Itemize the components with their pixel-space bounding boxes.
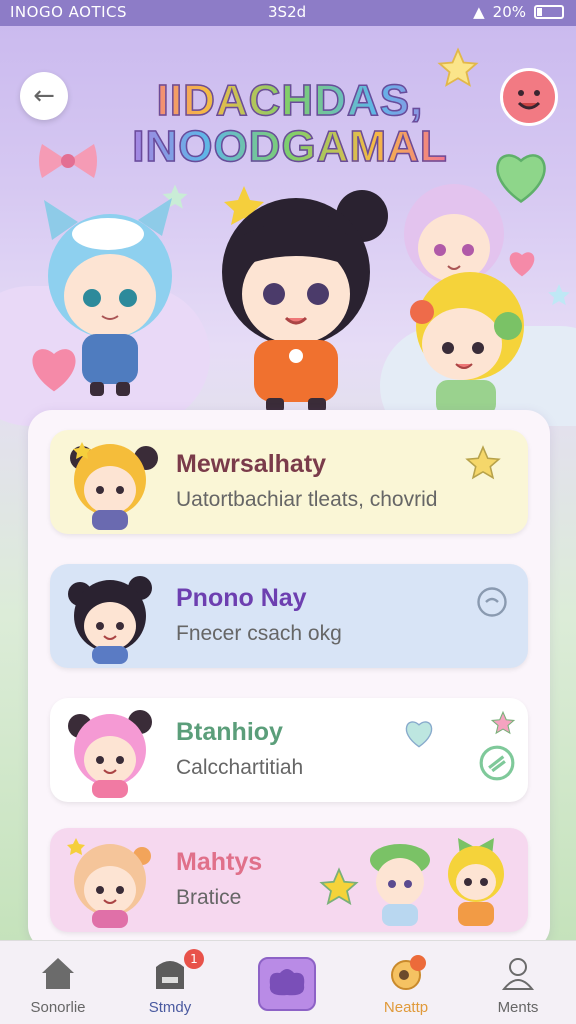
character-icon (391, 955, 426, 990)
list-item[interactable]: Btanhioy Calcchartitiah (50, 698, 528, 802)
nav-item-inbox[interactable]: 1 Stmdy (120, 941, 220, 1024)
blob-center-icon (269, 969, 305, 996)
back-button[interactable]: ← (20, 72, 68, 120)
star-icon (319, 867, 359, 906)
battery-percent: 20% (492, 3, 526, 21)
arrow-left-icon: ← (33, 81, 55, 111)
heart-icon (405, 721, 433, 748)
list-item[interactable]: Mahtys Bratice (50, 828, 528, 932)
status-left-text: INOGO AOTICS (10, 3, 128, 21)
character-avatar (70, 442, 158, 530)
mascot-avatar-button[interactable] (500, 68, 558, 126)
card-subtitle: Uatortbachiar tleats, chovrid (176, 488, 438, 511)
card-title: Mahtys (176, 848, 263, 876)
list-item[interactable]: Mewrsalhaty Uatortbachiar tleats, chovri… (50, 430, 528, 534)
character-avatar (68, 710, 152, 798)
card-subtitle: Bratice (176, 886, 242, 909)
card-title: Btanhioy (176, 718, 283, 746)
home-icon (42, 958, 74, 989)
star-icon (548, 284, 570, 306)
star-favorite-icon[interactable] (464, 444, 502, 482)
character-avatar (67, 838, 151, 928)
nav-label: Neattp (383, 999, 429, 1016)
star-icon (437, 47, 479, 87)
nav-item-character[interactable]: Neattp (356, 941, 456, 1024)
center-action-button[interactable] (258, 957, 316, 1011)
nav-item-home[interactable]: Sonorlie (8, 941, 108, 1024)
nav-label: Ments (497, 999, 539, 1016)
nav-item-center[interactable] (238, 941, 338, 1024)
user-icon (501, 958, 535, 990)
notification-badge: 1 (184, 949, 204, 969)
card-subtitle: Calcchartitiah (176, 756, 304, 779)
character-avatar (68, 576, 152, 664)
character-green-hat-illustration (370, 844, 430, 926)
check-circle-icon[interactable] (478, 744, 516, 782)
smiley-icon (517, 90, 541, 110)
card-title: Pnono Nay (176, 584, 307, 612)
hero-banner: ← IIDACHDAS, INOODGAMAL (0, 26, 576, 426)
status-icons: ▲ 20% (473, 3, 564, 21)
logo-line-2: INOODGAMAL (120, 121, 460, 172)
app-logo: IIDACHDAS, INOODGAMAL (120, 75, 460, 172)
battery-icon (534, 5, 564, 19)
nav-item-profile[interactable]: Ments (468, 941, 568, 1024)
chat-bubble-icon[interactable] (474, 584, 510, 620)
bottom-navigation: Sonorlie 1 Stmdy Neattp Ments (0, 940, 576, 1024)
status-bar: INOGO AOTICS 3S2d ▲ 20% (0, 0, 576, 26)
nav-label: Stmdy (148, 999, 192, 1016)
bow-icon (39, 144, 97, 178)
character-blue-cat-illustration (44, 198, 172, 396)
signal-icon: ▲ (473, 3, 485, 21)
character-yellow-hair-illustration (410, 272, 524, 416)
card-subtitle: Fnecer csach okg (176, 622, 342, 645)
character-list-panel: Mewrsalhaty Uatortbachiar tleats, chovri… (28, 410, 550, 950)
list-item[interactable]: Pnono Nay Fnecer csach okg (50, 564, 528, 668)
character-green-bow-illustration (448, 838, 504, 926)
character-black-hair-illustration (222, 186, 388, 412)
star-icon (490, 710, 516, 735)
logo-line-1: IIDACHDAS, (120, 75, 460, 126)
nav-label: Sonorlie (30, 999, 86, 1016)
card-title: Mewrsalhaty (176, 450, 327, 478)
status-time: 3S2d (268, 3, 307, 21)
